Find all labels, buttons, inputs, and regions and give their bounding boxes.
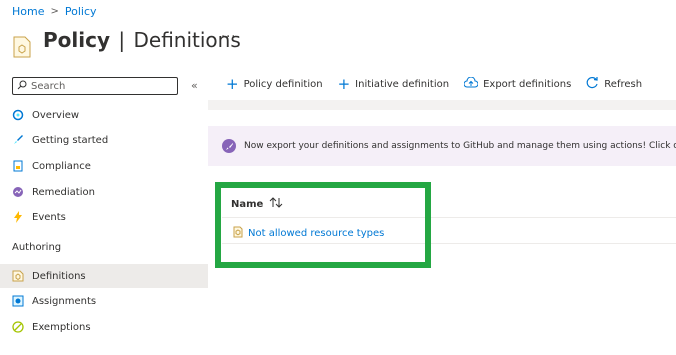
more-options-button[interactable]: ···: [221, 30, 236, 45]
info-banner[interactable]: Now export your definitions and assignme…: [208, 126, 676, 166]
sidebar-item-events[interactable]: Events: [0, 205, 208, 229]
compliance-icon: [12, 160, 24, 172]
definition-icon: [12, 270, 24, 282]
sidebar-item-exemptions[interactable]: Exemptions: [0, 315, 208, 339]
sidebar-item-remediation[interactable]: Remediation: [0, 180, 208, 204]
toolbar-divider: [208, 100, 676, 110]
section-authoring: Authoring: [12, 242, 62, 253]
breadcrumb-policy[interactable]: Policy: [65, 5, 97, 18]
sidebar-item-definitions[interactable]: Definitions: [0, 264, 208, 288]
remediation-icon: [12, 186, 24, 198]
export-definitions-button[interactable]: Export definitions: [463, 76, 571, 92]
command-toolbar: + Policy definition + Initiative definit…: [226, 76, 657, 92]
initiative-definition-button[interactable]: + Initiative definition: [337, 75, 450, 93]
lightning-icon: [12, 211, 24, 223]
policy-definition-page-icon: [13, 36, 31, 58]
collapse-sidebar-button[interactable]: «: [191, 79, 198, 92]
sidebar-search-input[interactable]: Search: [12, 77, 178, 95]
breadcrumb: Home > Policy: [12, 5, 97, 18]
overview-icon: [12, 109, 24, 121]
exemption-icon: [12, 321, 24, 333]
chevron-right-icon: >: [50, 6, 59, 17]
sidebar-item-getting-started[interactable]: Getting started: [0, 128, 208, 152]
sidebar-item-overview[interactable]: Overview: [0, 103, 208, 127]
assignment-icon: [12, 295, 24, 307]
plus-icon: +: [226, 75, 239, 93]
sidebar-item-compliance[interactable]: Compliance: [0, 154, 208, 178]
search-icon: [17, 80, 27, 93]
search-placeholder: Search: [31, 80, 66, 92]
cloud-upload-icon: [463, 76, 479, 92]
plus-icon: +: [337, 75, 351, 93]
sidebar-item-assignments[interactable]: Assignments: [0, 289, 208, 313]
policy-definition-button[interactable]: + Policy definition: [226, 75, 323, 93]
breadcrumb-home[interactable]: Home: [12, 5, 44, 18]
refresh-icon: [586, 76, 599, 92]
rocket-icon: [12, 134, 24, 146]
rocket-icon: [222, 139, 236, 153]
highlight-box: [215, 182, 431, 268]
page-title: Policy | Definitions: [43, 28, 241, 52]
banner-text: Now export your definitions and assignme…: [244, 141, 676, 151]
refresh-button[interactable]: Refresh: [586, 76, 642, 92]
